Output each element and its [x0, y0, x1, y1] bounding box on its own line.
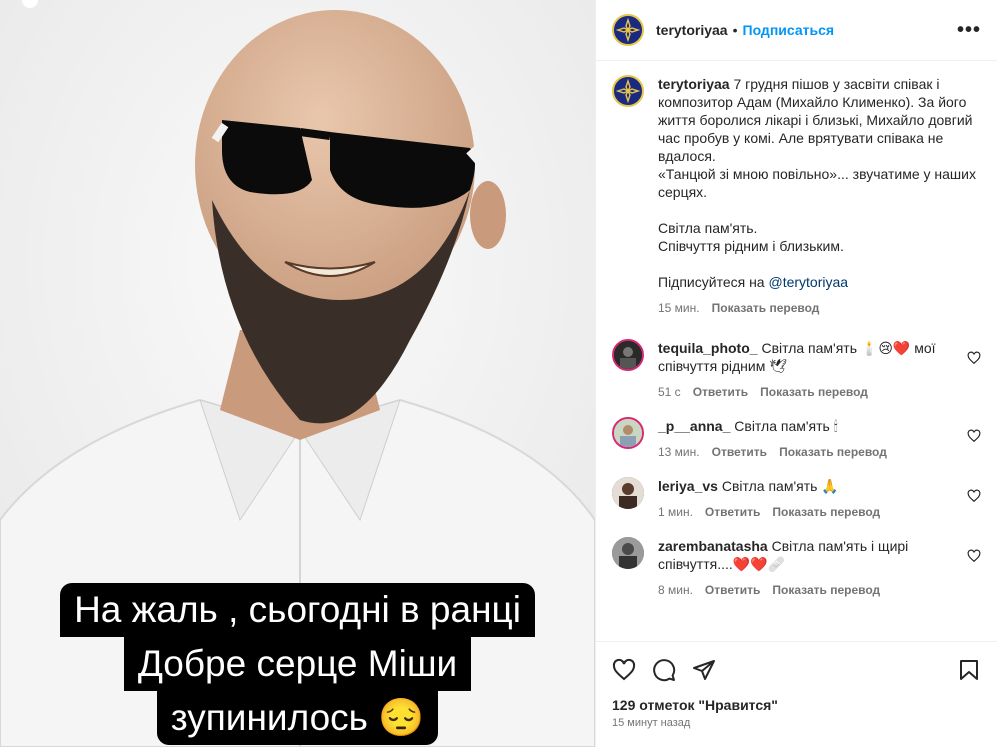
likes-count[interactable]: 129 отметок "Нравится"	[596, 697, 997, 713]
caption-username[interactable]: terytoriyaa	[658, 76, 730, 92]
image-caption-line: зупинилось 😔	[156, 691, 439, 745]
comment-meta: 13 мин. Ответить Показать перевод	[658, 445, 948, 459]
comment: tequila_photo_ Світла пам'ять 🕯️😢❤️ мої …	[612, 339, 981, 399]
like-comment-heart-icon[interactable]	[967, 351, 981, 365]
author-username[interactable]: terytoriyaa	[656, 22, 728, 38]
caption-translate-button[interactable]: Показать перевод	[712, 301, 820, 315]
image-caption-line: Добре серце Міши	[123, 637, 472, 691]
like-button[interactable]	[612, 658, 636, 682]
caption-text: terytoriyaa 7 грудня пішов у засвіти спі…	[658, 75, 978, 291]
post-actions	[596, 641, 997, 697]
image-caption-line: На жаль , сьогодні в ранці	[60, 583, 535, 637]
caption-text-3: Світла пам'ять.	[658, 220, 758, 236]
comment-text-block: zarembanatasha Світла пам'ять і щирі спі…	[658, 537, 948, 573]
reply-button[interactable]: Ответить	[693, 385, 748, 399]
heart-icon	[612, 658, 636, 680]
more-options-button[interactable]: •••	[957, 19, 981, 42]
comment-time: 1 мин.	[658, 505, 693, 519]
save-button[interactable]	[957, 658, 981, 682]
post-viewer: На жаль , сьогодні в ранці Добре серце М…	[0, 0, 997, 747]
user-photo-icon	[612, 537, 644, 569]
reply-button[interactable]: Ответить	[705, 505, 760, 519]
caption-text-2: «Танцюй зі мною повільно»... звучатиме у…	[658, 166, 976, 200]
follow-button[interactable]: Подписаться	[743, 22, 835, 38]
comment-meta: 1 мин. Ответить Показать перевод	[658, 505, 948, 519]
comment-text-block: tequila_photo_ Світла пам'ять 🕯️😢❤️ мої …	[658, 339, 948, 375]
reply-button[interactable]: Ответить	[712, 445, 767, 459]
comment: _p__anna_ Світла пам'ять 🕯 13 мин. Ответ…	[612, 417, 981, 459]
brand-emblem-icon	[616, 79, 640, 103]
comments-area[interactable]: terytoriyaa 7 грудня пішов у засвіти спі…	[596, 61, 997, 641]
user-photo-icon	[614, 341, 642, 369]
bookmark-icon	[960, 659, 978, 680]
caption-text-5: Підписуйтеся на	[658, 274, 769, 290]
author-avatar[interactable]	[612, 14, 644, 46]
commenter-avatar[interactable]	[612, 417, 644, 449]
comment-button[interactable]	[652, 658, 676, 682]
translate-button[interactable]: Показать перевод	[772, 505, 880, 519]
caption-avatar[interactable]	[612, 75, 644, 107]
caption-text-4: Співчуття рідним і близьким.	[658, 238, 844, 254]
header-separator: •	[732, 22, 738, 38]
comment-username[interactable]: tequila_photo_	[658, 340, 758, 356]
caption-time: 15 мин.	[658, 301, 700, 315]
like-comment-heart-icon[interactable]	[967, 429, 981, 443]
commenter-avatar[interactable]	[612, 537, 644, 569]
comment-bubble-icon	[653, 658, 676, 681]
brand-emblem-icon	[616, 18, 640, 42]
comment-time: 13 мин.	[658, 445, 700, 459]
user-photo-icon	[614, 419, 642, 447]
comment-text-block: leriya_vs Світла пам'ять 🙏	[658, 477, 948, 495]
user-photo-icon	[612, 477, 644, 509]
comment-time: 8 мин.	[658, 583, 693, 597]
comment-username[interactable]: leriya_vs	[658, 478, 718, 494]
commenter-avatar[interactable]	[612, 339, 644, 371]
like-comment-heart-icon[interactable]	[967, 549, 981, 563]
translate-button[interactable]: Показать перевод	[779, 445, 887, 459]
comment-text: Світла пам'ять 🕯	[734, 418, 838, 434]
comment-text: Світла пам'ять 🙏	[721, 478, 839, 494]
post-header: terytoriyaa • Подписаться •••	[596, 0, 997, 61]
reply-button[interactable]: Ответить	[705, 583, 760, 597]
post-caption: terytoriyaa 7 грудня пішов у засвіти спі…	[612, 75, 981, 315]
translate-button[interactable]: Показать перевод	[760, 385, 868, 399]
share-button[interactable]	[692, 658, 716, 682]
commenter-avatar[interactable]	[612, 477, 644, 509]
post-side-panel: terytoriyaa • Подписаться ••• terytoriya…	[595, 0, 997, 747]
translate-button[interactable]: Показать перевод	[772, 583, 880, 597]
comment: leriya_vs Світла пам'ять 🙏 1 мин. Ответи…	[612, 477, 981, 519]
comment-meta: 51 с Ответить Показать перевод	[658, 385, 948, 399]
paper-plane-icon	[693, 659, 715, 680]
image-caption: На жаль , сьогодні в ранці Добре серце М…	[0, 583, 595, 745]
like-comment-heart-icon[interactable]	[967, 489, 981, 503]
mention-link[interactable]: @terytoriyaa	[768, 274, 848, 290]
comment-meta: 8 мин. Ответить Показать перевод	[658, 583, 948, 597]
post-image[interactable]: На жаль , сьогодні в ранці Добре серце М…	[0, 0, 595, 747]
comment-text-block: _p__anna_ Світла пам'ять 🕯	[658, 417, 948, 435]
post-timestamp: 15 минут назад	[612, 717, 691, 729]
comment: zarembanatasha Світла пам'ять і щирі спі…	[612, 537, 981, 597]
comment-time: 51 с	[658, 385, 681, 399]
comment-username[interactable]: zarembanatasha	[658, 538, 768, 554]
caption-meta: 15 мин. Показать перевод	[658, 301, 978, 315]
comment-username[interactable]: _p__anna_	[658, 418, 730, 434]
